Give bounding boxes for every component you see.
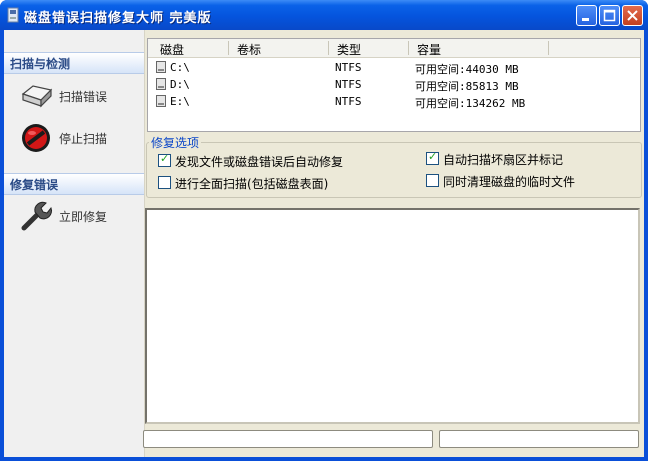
drive-type: NTFS: [335, 95, 362, 108]
scan-errors-label: 扫描错误: [59, 90, 108, 104]
maximize-button[interactable]: [599, 5, 620, 26]
client-area: 扫描与检测 扫描错误 停止扫描 修复错误 立即修复 磁盘 卷标 类型 容量 C:…: [4, 30, 644, 457]
check-mark-icon: ✓: [160, 152, 170, 165]
check-mark-icon: ✓: [428, 150, 438, 163]
clean-temp-files-label: 同时清理磁盘的临时文件: [443, 175, 576, 189]
drive-type: NTFS: [335, 61, 362, 74]
stop-scan-label: 停止扫描: [59, 132, 108, 146]
full-scan-label: 进行全面扫描(包括磁盘表面): [175, 177, 329, 191]
checkbox-box[interactable]: [158, 176, 171, 189]
mark-bad-sectors-label: 自动扫描坏扇区并标记: [443, 153, 564, 167]
repair-now-button[interactable]: 立即修复: [4, 198, 144, 234]
minimize-button[interactable]: [576, 5, 597, 26]
drive-capacity: 可用空间:85813 MB: [415, 80, 519, 93]
drive-row[interactable]: C:\ NTFS 可用空间:44030 MB: [148, 59, 640, 76]
repair-now-label: 立即修复: [59, 210, 108, 224]
section-header-scan: 扫描与检测: [4, 52, 144, 74]
maximize-icon: [603, 9, 616, 22]
scan-log-area[interactable]: [145, 208, 640, 424]
drive-icon: [156, 78, 166, 90]
column-drive[interactable]: 磁盘: [160, 41, 184, 58]
scan-errors-button[interactable]: 扫描错误: [4, 78, 144, 114]
drive-list[interactable]: 磁盘 卷标 类型 容量 C:\ NTFS 可用空间:44030 MB D:\ N…: [147, 38, 641, 132]
app-icon: [7, 7, 19, 23]
drive-row[interactable]: D:\ NTFS 可用空间:85813 MB: [148, 76, 640, 93]
drive-capacity: 可用空间:44030 MB: [415, 63, 519, 76]
stop-icon: [22, 124, 50, 152]
drive-list-header: 磁盘 卷标 类型 容量: [148, 39, 640, 58]
drive-letter: C:\: [170, 61, 190, 74]
title-bar[interactable]: 磁盘错误扫描修复大师 完美版: [0, 0, 648, 30]
wrench-icon: [21, 201, 52, 231]
status-field-right: [439, 430, 639, 448]
column-capacity[interactable]: 容量: [417, 41, 441, 58]
checkbox-box[interactable]: ✓: [426, 150, 439, 165]
stop-scan-button[interactable]: 停止扫描: [4, 120, 144, 156]
sidebar: 扫描与检测 扫描错误 停止扫描 修复错误 立即修复: [4, 30, 145, 457]
drive-icon: [156, 61, 166, 73]
drive-letter: D:\: [170, 78, 190, 91]
close-button[interactable]: [622, 5, 643, 26]
drive-capacity: 可用空间:134262 MB: [415, 97, 526, 110]
section-header-repair: 修复错误: [4, 173, 144, 195]
drive-type: NTFS: [335, 78, 362, 91]
window-title: 磁盘错误扫描修复大师 完美版: [24, 11, 212, 26]
column-type[interactable]: 类型: [337, 41, 361, 58]
app-window: 磁盘错误扫描修复大师 完美版 扫描与检测 扫描错误 停止扫描 修复错误 立即修复…: [0, 0, 648, 461]
minimize-icon: [582, 18, 589, 21]
status-field-left: [143, 430, 433, 448]
checkbox-box[interactable]: [426, 174, 439, 187]
drive-icon: [156, 95, 166, 107]
drive-row[interactable]: E:\ NTFS 可用空间:134262 MB: [148, 93, 640, 110]
close-icon: [627, 10, 638, 21]
disk-drive-icon: [21, 85, 53, 108]
drive-letter: E:\: [170, 95, 190, 108]
repair-options-title: 修复选项: [149, 134, 202, 151]
column-label[interactable]: 卷标: [237, 41, 261, 58]
auto-repair-label: 发现文件或磁盘错误后自动修复: [175, 155, 344, 169]
checkbox-box[interactable]: ✓: [158, 152, 171, 167]
